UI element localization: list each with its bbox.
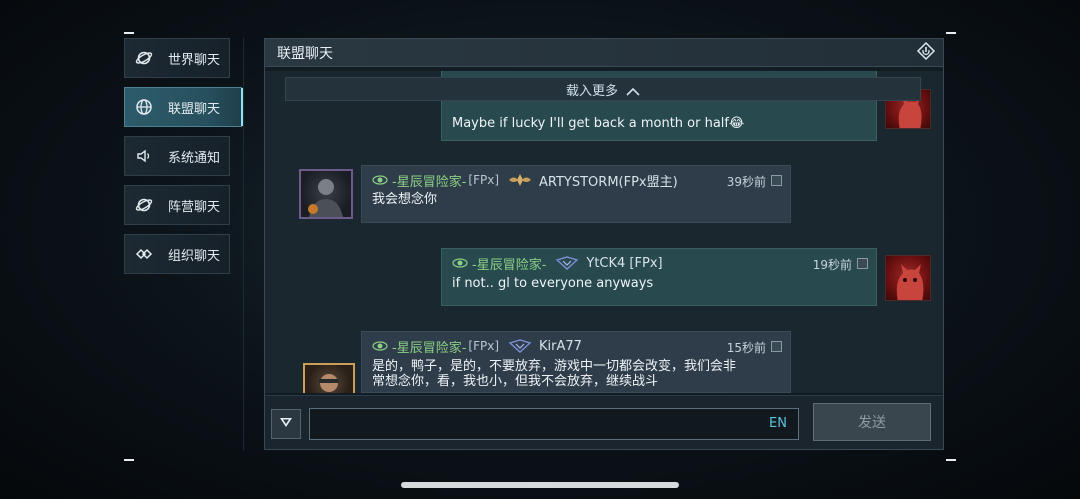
sidebar-item-system-notice[interactable]: 系统通知 bbox=[124, 136, 230, 176]
panel-header: 联盟聊天 bbox=[265, 39, 943, 67]
sidebar-item-label: 阵营聊天 bbox=[168, 199, 221, 215]
sidebar-item-world-chat[interactable]: 世界聊天 bbox=[124, 38, 230, 78]
send-button[interactable]: 发送 bbox=[813, 403, 931, 441]
message-input-bar: EN 发送 bbox=[265, 395, 943, 449]
message-time: 15秒前 bbox=[726, 341, 766, 355]
message-list[interactable]: 载入更多 Maybe if lucky I'll get back a mont… bbox=[265, 71, 943, 393]
message-text: Maybe if lucky I'll get back a month or … bbox=[452, 116, 745, 131]
guild-emblem-icon bbox=[452, 256, 468, 270]
globe-icon bbox=[135, 98, 153, 116]
sidebar-item-label: 组织聊天 bbox=[168, 248, 221, 264]
load-more-button[interactable]: 载入更多 bbox=[285, 77, 921, 101]
message-text: if not.. gl to everyone anyways bbox=[452, 276, 654, 291]
page-title: 联盟聊天 bbox=[277, 45, 333, 62]
rank-badge-icon bbox=[507, 338, 533, 354]
sidebar-item-alliance-chat[interactable]: 联盟聊天 bbox=[124, 87, 244, 127]
frame-corner bbox=[946, 459, 956, 461]
planet-icon bbox=[135, 49, 153, 67]
message-bubble[interactable]: -星辰冒险家- [FPx] ARTYSTORM(FPx盟主) 39秒前 我会想念… bbox=[361, 165, 791, 223]
message-bubble[interactable]: -星辰冒险家- [FPx] KirA77 15秒前 是的，鸭子，是的，不要放弃，… bbox=[361, 331, 791, 393]
message-text-line: 是的，鸭子，是的，不要放弃，游戏中一切都会改变，我们会非 bbox=[372, 359, 737, 374]
message-meta: -星辰冒险家- YtCK4 [FPx] bbox=[452, 255, 663, 273]
guild-name: -星辰冒险家- bbox=[392, 174, 467, 190]
message-meta: -星辰冒险家- [FPx] KirA77 bbox=[372, 338, 582, 356]
frame-corner bbox=[124, 459, 134, 461]
sidebar-divider bbox=[243, 38, 244, 450]
load-more-label: 载入更多 bbox=[565, 83, 618, 99]
guild-name: -星辰冒险家- bbox=[472, 257, 547, 273]
message-bubble[interactable]: -星辰冒险家- YtCK4 [FPx] 19秒前 if not.. gl to … bbox=[441, 248, 877, 306]
sidebar-item-label: 世界聊天 bbox=[168, 52, 221, 68]
chat-panel: 联盟聊天 载入更多 Maybe if lucky I'll get back a… bbox=[264, 38, 944, 450]
triangle-down-icon bbox=[278, 414, 294, 434]
avatar[interactable] bbox=[299, 169, 353, 219]
frame-corner bbox=[124, 32, 134, 34]
frame-corner bbox=[946, 32, 956, 34]
message-text-line: 常想念你，看，我也小，但我不会放弃，继续战斗 bbox=[372, 374, 659, 389]
sidebar-item-label: 系统通知 bbox=[168, 150, 221, 166]
speaker-icon bbox=[135, 147, 153, 165]
link-icon bbox=[135, 245, 153, 263]
sidebar-item-label: 联盟聊天 bbox=[168, 101, 221, 117]
guild-name: -星辰冒险家- bbox=[392, 340, 467, 356]
share-icon[interactable] bbox=[771, 175, 782, 186]
sender-name[interactable]: YtCK4 [FPx] bbox=[586, 256, 662, 271]
guild-tag: [FPx] bbox=[468, 339, 499, 353]
rank-badge-icon bbox=[507, 172, 533, 188]
avatar[interactable] bbox=[303, 363, 355, 393]
exit-button[interactable] bbox=[915, 41, 937, 65]
guild-emblem-icon bbox=[372, 173, 388, 187]
share-icon[interactable] bbox=[771, 341, 782, 352]
message-meta: -星辰冒险家- [FPx] ARTYSTORM(FPx盟主) bbox=[372, 171, 678, 190]
guild-emblem-icon bbox=[372, 339, 388, 353]
chat-input[interactable] bbox=[309, 408, 799, 440]
emoji-toggle-button[interactable] bbox=[271, 409, 301, 439]
message-time: 19秒前 bbox=[812, 258, 852, 272]
avatar[interactable] bbox=[885, 255, 931, 301]
message-time: 39秒前 bbox=[726, 175, 766, 189]
chevron-up-icon bbox=[626, 85, 640, 96]
sender-name[interactable]: KirA77 bbox=[539, 339, 582, 354]
planet-icon bbox=[135, 196, 153, 214]
share-icon[interactable] bbox=[857, 258, 868, 269]
message-text: 我会想念你 bbox=[372, 192, 438, 207]
sender-name[interactable]: ARTYSTORM(FPx盟主) bbox=[539, 171, 678, 190]
sidebar-item-organization-chat[interactable]: 组织聊天 bbox=[124, 234, 230, 274]
guild-tag: [FPx] bbox=[468, 173, 499, 187]
language-toggle[interactable]: EN bbox=[769, 416, 787, 431]
exit-icon bbox=[916, 41, 936, 65]
sidebar-item-faction-chat[interactable]: 阵营聊天 bbox=[124, 185, 230, 225]
rank-badge-icon bbox=[554, 255, 580, 271]
home-indicator[interactable] bbox=[401, 482, 679, 488]
